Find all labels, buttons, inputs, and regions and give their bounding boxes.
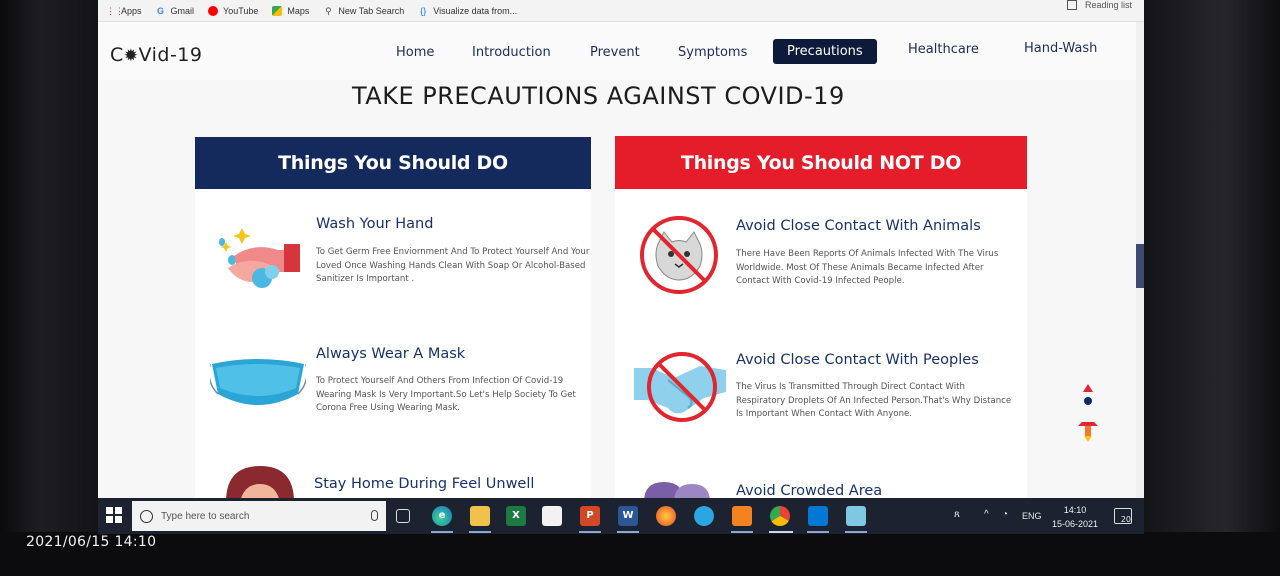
bookmark-label: Visualize data from...	[433, 5, 518, 16]
excel-icon[interactable]: X	[506, 506, 526, 526]
explorer-active-indicator	[469, 531, 491, 533]
bookmark-label: Maps	[287, 5, 310, 16]
language-indicator[interactable]: ENG	[1022, 511, 1042, 534]
xampp-active-indicator	[731, 531, 753, 533]
people-icon[interactable]: ጸ	[954, 509, 960, 534]
bookmark-maps[interactable]: Maps	[272, 5, 310, 16]
powerpoint-icon[interactable]: P	[580, 506, 600, 526]
reading-list-button[interactable]: Reading list	[1066, 0, 1132, 10]
person-unwell-illustration	[226, 466, 294, 502]
browser-screen: ⋮⋮ Apps G Gmail YouTube Maps ⚲ New Tab S…	[98, 0, 1144, 534]
edge-icon[interactable]: e	[432, 506, 452, 526]
chrome-icon[interactable]	[770, 506, 790, 526]
search-circle-icon	[140, 509, 153, 523]
dont-item-desc: There Have Been Reports Of Animals Infec…	[736, 249, 999, 286]
youtube-icon	[208, 5, 219, 16]
windows-start-icon[interactable]	[106, 507, 122, 523]
reading-list-label: Reading list	[1084, 0, 1132, 10]
taskbar-clock[interactable]: 14:10 15-06-2021	[1052, 503, 1098, 531]
do-item-title: Stay Home During Feel Unwell	[314, 476, 535, 492]
powerpoint-active-indicator	[579, 531, 601, 533]
site-header: C✹Vid-19 Home Introduction Prevent Sympt…	[98, 22, 1138, 80]
bookmark-label: Gmail	[170, 5, 195, 16]
dont-item-title: Avoid Close Contact With Animals	[736, 218, 981, 234]
do-panel-header: Things You Should DO	[195, 137, 591, 189]
dont-panel-header: Things You Should NOT DO	[615, 136, 1027, 189]
photo-timestamp: 2021/06/15 14:10	[26, 534, 157, 550]
bookmark-label: YouTube	[223, 5, 259, 16]
bookmark-label: New Tab Search	[338, 5, 405, 16]
hand-wash-illustration	[219, 228, 300, 288]
search-placeholder: Type here to search	[161, 510, 250, 522]
vscode-icon[interactable]	[808, 506, 828, 526]
maps-icon	[272, 5, 283, 16]
microphone-icon[interactable]	[371, 510, 378, 521]
chevron-up-icon[interactable]: ^	[984, 509, 989, 534]
reading-list-icon	[1066, 0, 1077, 10]
monitor-bezel-right	[1144, 0, 1280, 576]
nav-prevent[interactable]: Prevent	[576, 40, 654, 65]
dont-item-title: Avoid Close Contact With Peoples	[736, 352, 979, 368]
code-braces-icon: {}	[420, 5, 427, 16]
taskbar-search-input[interactable]: Type here to search	[132, 501, 386, 531]
wifi-icon[interactable]: ◔	[1002, 509, 1008, 534]
monitor-bezel-left	[0, 0, 98, 576]
firefox-icon[interactable]	[656, 506, 676, 526]
no-handshake-illustration	[634, 352, 726, 422]
google-icon: G	[157, 5, 165, 16]
nav-introduction[interactable]: Introduction	[458, 40, 565, 65]
scroll-to-top-rocket-icon[interactable]	[1076, 384, 1100, 444]
search-icon: ⚲	[325, 5, 332, 16]
monitor-bezel-bottom	[0, 532, 1280, 576]
word-active-indicator	[617, 531, 639, 533]
do-item-desc: To Get Germ Free Enviornment And To Prot…	[316, 247, 590, 284]
page-title: TAKE PRECAUTIONS AGAINST COVID-19	[352, 82, 845, 110]
dont-item-title: Avoid Crowded Area	[736, 483, 883, 499]
main-nav: Home Introduction Prevent Symptoms Preca…	[98, 37, 1138, 68]
nav-hand-wash[interactable]: Hand-Wash	[1010, 36, 1111, 61]
bookmark-youtube[interactable]: YouTube	[208, 5, 259, 16]
chrome-active-indicator	[769, 531, 793, 533]
task-view-icon[interactable]	[396, 509, 410, 523]
telegram-icon[interactable]	[694, 506, 714, 526]
bookmarks-bar: ⋮⋮ Apps G Gmail YouTube Maps ⚲ New Tab S…	[98, 0, 1144, 22]
page-scrollbar-thumb[interactable]	[1136, 244, 1144, 288]
nav-symptoms[interactable]: Symptoms	[664, 40, 761, 65]
dont-item-desc: The Virus Is Transmitted Through Direct …	[736, 382, 1012, 419]
bookmark-apps[interactable]: ⋮⋮ Apps	[106, 6, 142, 16]
nav-precautions[interactable]: Precautions	[773, 39, 877, 64]
bookmark-visualize[interactable]: {} Visualize data from...	[418, 6, 517, 16]
clock-date: 15-06-2021	[1051, 519, 1098, 529]
notification-center-icon[interactable]: 20	[1114, 508, 1132, 524]
vscode-active-indicator	[807, 531, 829, 533]
clock-time: 14:10	[1063, 505, 1087, 515]
bookmark-label: Apps	[121, 5, 142, 16]
nav-home[interactable]: Home	[382, 40, 448, 65]
face-mask-illustration	[210, 359, 306, 405]
xampp-icon[interactable]	[732, 506, 752, 526]
bookmark-new-tab-search[interactable]: ⚲ New Tab Search	[323, 6, 404, 16]
do-item-desc: To Protect Yourself And Others From Infe…	[316, 376, 576, 413]
apps-grid-icon: ⋮⋮	[106, 5, 124, 16]
edge-active-indicator	[431, 531, 453, 533]
notepad-active-indicator	[845, 531, 867, 533]
do-item-title: Always Wear A Mask	[316, 346, 466, 362]
windows-taskbar: Type here to search e X P W ጸ ^ ◔ ENG 14…	[98, 498, 1144, 534]
bookmark-gmail[interactable]: G Gmail	[156, 5, 195, 16]
notepad-icon[interactable]	[846, 506, 866, 526]
do-item-title: Wash Your Hand	[316, 216, 434, 232]
no-animals-illustration	[640, 216, 718, 294]
word-icon[interactable]: W	[618, 506, 638, 526]
nav-healthcare[interactable]: Healthcare	[894, 37, 993, 62]
store-icon[interactable]	[542, 506, 562, 526]
file-explorer-icon[interactable]	[470, 506, 490, 526]
